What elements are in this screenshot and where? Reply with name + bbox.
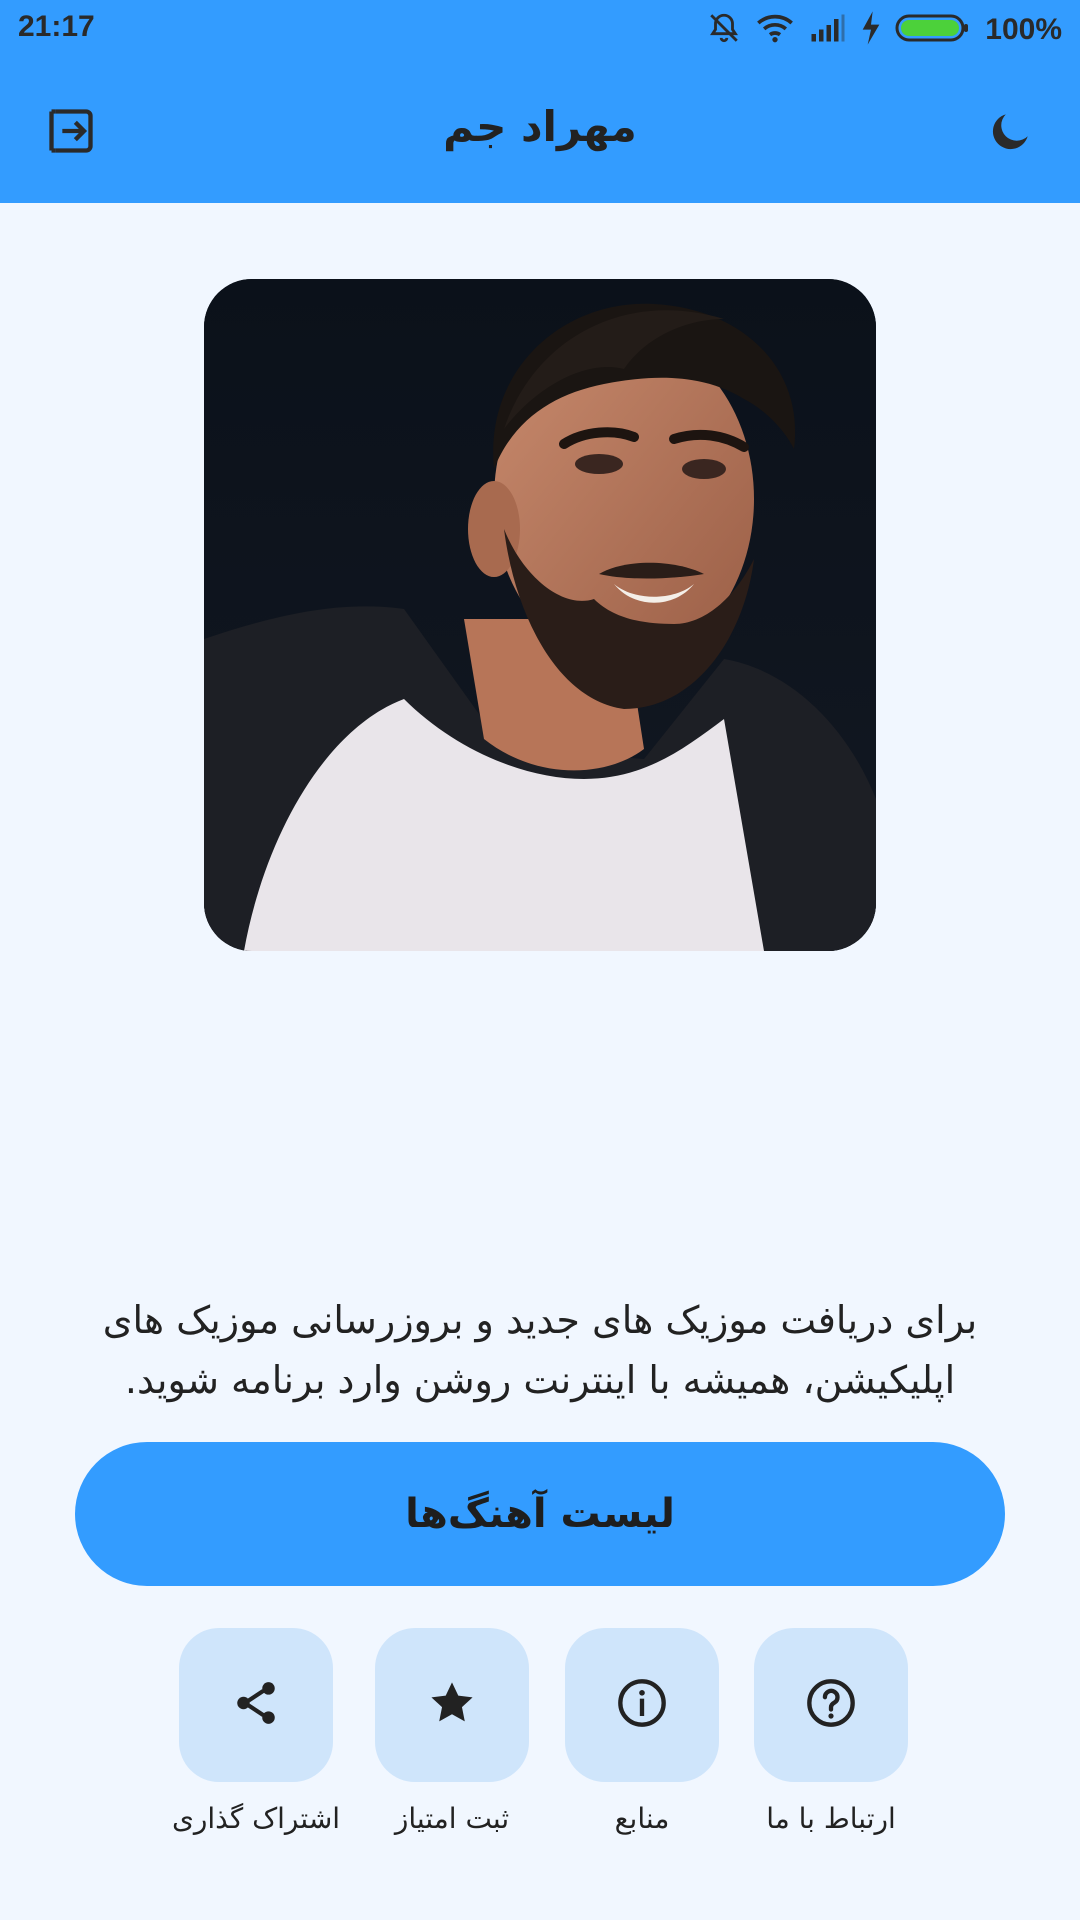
star-icon <box>426 1677 478 1733</box>
contact-action[interactable]: ارتباط با ما <box>716 1628 946 1848</box>
mute-bell-icon <box>707 11 741 49</box>
moon-icon <box>986 106 1036 160</box>
share-tile[interactable] <box>179 1628 333 1782</box>
battery-percent: 100% <box>985 13 1062 46</box>
rate-label: ثبت امتیاز <box>394 1802 510 1835</box>
signal-icon <box>809 13 847 47</box>
charging-icon <box>861 11 881 49</box>
contact-label: ارتباط با ما <box>766 1802 896 1835</box>
rate-tile[interactable] <box>375 1628 529 1782</box>
contact-tile[interactable] <box>754 1628 908 1782</box>
page-title: مهراد جم <box>443 102 637 151</box>
sources-label: منابع <box>614 1802 670 1835</box>
song-list-label: لیست آهنگ‌ها <box>405 1491 675 1537</box>
info-text: برای دریافت موزیک های جدید و بروزرسانی م… <box>102 1298 978 1402</box>
status-time: 21:17 <box>18 10 95 43</box>
help-icon <box>805 1677 857 1733</box>
action-bar: اشتراک گذاری ثبت امتیاز منابع ارتباط با … <box>0 1628 1080 1848</box>
app-bar: مهراد جم <box>0 62 1080 203</box>
wifi-icon <box>755 11 795 49</box>
dark-mode-button[interactable] <box>980 102 1042 164</box>
status-icons: 100% <box>707 8 1062 52</box>
battery-icon <box>895 13 969 47</box>
share-label: اشتراک گذاری <box>171 1802 341 1835</box>
status-bar: 21:17 100% <box>0 0 1080 62</box>
sources-tile[interactable] <box>565 1628 719 1782</box>
artist-photo <box>204 279 876 951</box>
song-list-button[interactable]: لیست آهنگ‌ها <box>75 1442 1005 1586</box>
info-icon <box>616 1677 668 1733</box>
share-icon <box>231 1678 281 1732</box>
